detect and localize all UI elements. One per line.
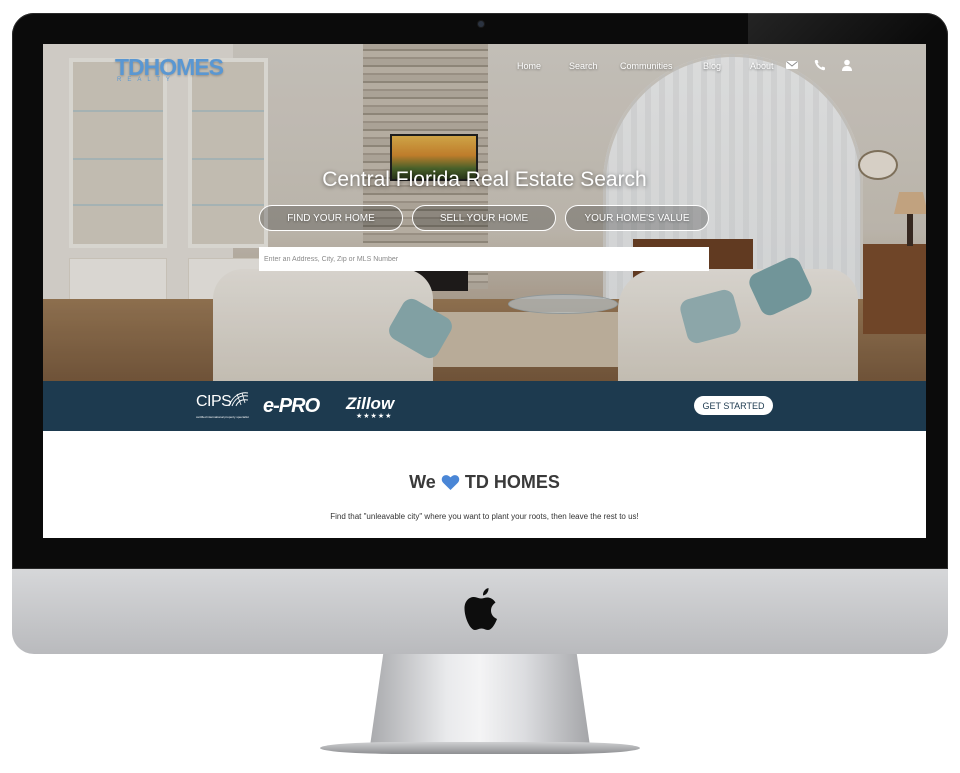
tagline: Find that "unleavable city" where you wa…	[330, 512, 639, 521]
user-icon[interactable]	[840, 58, 854, 72]
apple-icon	[464, 588, 497, 630]
zillow-stars: ★★★★★	[356, 413, 393, 420]
monitor-stand-base	[320, 742, 640, 754]
envelope-icon[interactable]	[785, 58, 799, 72]
globe-icon	[228, 392, 249, 407]
camera-icon	[478, 21, 484, 27]
certification-bar: CIPS certified international property sp…	[43, 381, 926, 431]
hero-title: Central Florida Real Estate Search	[322, 168, 647, 191]
heart-icon	[441, 474, 460, 491]
find-your-home-button[interactable]: FIND YOUR HOME	[259, 205, 403, 231]
get-started-button[interactable]: GET STARTED	[694, 396, 773, 415]
nav-home[interactable]: Home	[517, 61, 541, 71]
nav-search[interactable]: Search	[569, 61, 598, 71]
nav-communities[interactable]: Communities	[620, 61, 673, 71]
phone-icon[interactable]	[813, 58, 827, 72]
title-prefix: We	[409, 472, 436, 492]
title-suffix: TD HOMES	[464, 472, 560, 492]
nav-about[interactable]: About	[750, 61, 774, 71]
search-input[interactable]	[259, 247, 709, 271]
sell-your-home-button[interactable]: SELL YOUR HOME	[412, 205, 556, 231]
home-value-button[interactable]: YOUR HOME'S VALUE	[565, 205, 709, 231]
site-logo[interactable]: TDHOMES REALTY	[115, 54, 224, 83]
logo-subtext: REALTY	[117, 77, 176, 83]
nav-blog[interactable]: Blog	[703, 61, 721, 71]
cips-subtext: certified international property special…	[196, 415, 249, 419]
epro-logo: e-PRO	[263, 395, 320, 417]
section-title: We TD HOMES	[43, 472, 926, 493]
monitor-stand	[370, 654, 590, 746]
browser-screen: TDHOMES REALTY Home Search Communities B…	[43, 44, 926, 538]
zillow-logo: Zillow	[346, 394, 395, 413]
